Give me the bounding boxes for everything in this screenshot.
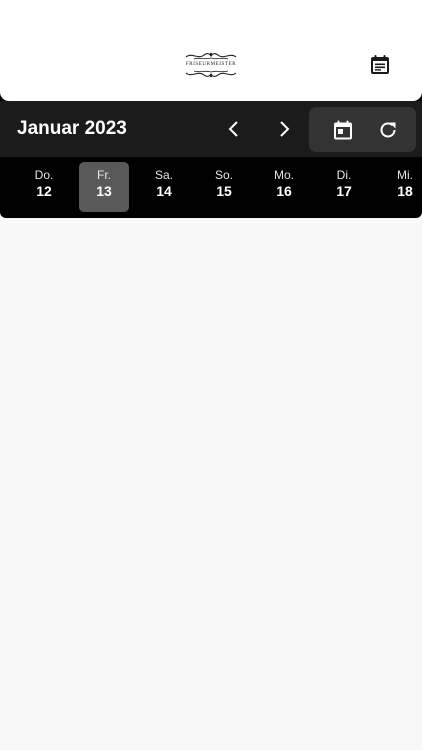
day-content-area: [0, 218, 422, 750]
logo-text: FRISEURMEISTER: [185, 62, 237, 67]
day-name: So.: [214, 168, 233, 182]
day-name: Di.: [336, 168, 352, 182]
day-name: Sa.: [154, 168, 173, 182]
day-number: 16: [276, 183, 292, 199]
logo-ornament-bottom: [185, 70, 237, 78]
previous-button[interactable]: [218, 113, 250, 145]
day-number: 12: [36, 183, 52, 199]
day-item[interactable]: Sa. 14: [139, 162, 189, 212]
month-title: Januar 2023: [17, 118, 127, 139]
day-strip: Do. 12 Fr. 13 Sa. 14 So. 15 Mo. 16 Di. 1…: [0, 157, 422, 218]
day-number: 14: [156, 183, 172, 199]
next-button[interactable]: [268, 113, 300, 145]
day-item[interactable]: So. 15: [199, 162, 249, 212]
day-number: 13: [96, 183, 112, 199]
refresh-icon: [380, 122, 396, 138]
chevron-right-icon: [280, 121, 290, 137]
logo-ornament-top: [185, 52, 237, 60]
app-header: FRISEURMEISTER: [0, 0, 422, 101]
action-group: [309, 107, 416, 152]
day-item[interactable]: Di. 17: [319, 162, 369, 212]
today-button[interactable]: [327, 114, 359, 146]
calendar-toolbar: Januar 2023: [0, 101, 422, 157]
day-name: Mo.: [273, 168, 294, 182]
day-number: 17: [336, 183, 352, 199]
day-name: Do.: [34, 168, 54, 182]
day-item[interactable]: Mo. 16: [259, 162, 309, 212]
brand-logo: FRISEURMEISTER: [182, 50, 240, 80]
day-item[interactable]: Do. 12: [19, 162, 69, 212]
day-name: Mi.: [397, 168, 413, 182]
day-number: 15: [216, 183, 232, 199]
notes-icon: [371, 55, 389, 74]
day-number: 18: [397, 183, 413, 199]
refresh-button[interactable]: [372, 114, 404, 146]
chevron-left-icon: [228, 121, 238, 137]
day-name: Fr.: [97, 168, 111, 182]
notes-button[interactable]: [364, 49, 396, 81]
day-item-selected[interactable]: Fr. 13: [79, 162, 129, 212]
day-item[interactable]: Mi. 18: [380, 162, 422, 212]
calendar-today-icon: [334, 120, 352, 140]
